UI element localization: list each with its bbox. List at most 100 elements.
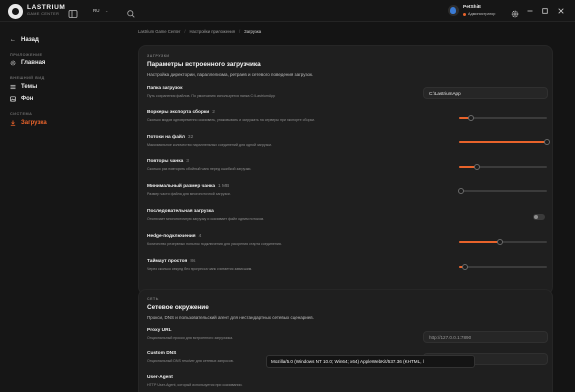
sequential-download-toggle[interactable] bbox=[533, 214, 545, 220]
slider-handle[interactable] bbox=[468, 115, 475, 121]
scrollbar[interactable] bbox=[570, 42, 573, 387]
sidebar-section-appearance: ВНЕШНИЙ ВИД bbox=[10, 76, 45, 80]
setting-label-proxy-url: Proxy URL bbox=[147, 328, 172, 333]
section-description: Прокси, DNS и пользовательский агент для… bbox=[147, 315, 314, 320]
setting-desc-download-folder: Путь сохранения файлов. По умолчанию исп… bbox=[147, 94, 276, 98]
setting-value: 4 bbox=[198, 234, 202, 239]
download-settings-card: ЗАГРУЗКИ Параметры встроенного загрузчик… bbox=[138, 45, 553, 295]
setting-desc-threads-per-file: Максимальное количество параллельных сое… bbox=[147, 143, 272, 147]
setting-desc-custom-dns: Опциональный DNS resolver для сетевых за… bbox=[147, 359, 234, 363]
sidebar-item-download[interactable]: Загрузка bbox=[10, 120, 47, 126]
setting-label-text: Папка загрузок bbox=[147, 86, 183, 91]
setting-label-user-agent: User-Agent bbox=[147, 375, 173, 380]
setting-label-download-folder: Папка загрузок bbox=[147, 86, 182, 91]
chunk-retries-slider[interactable] bbox=[459, 164, 547, 170]
setting-value: 32 bbox=[187, 135, 194, 140]
breadcrumb-separator: / bbox=[239, 29, 241, 34]
user-agent-input[interactable]: Mozilla/5.0 (Windows NT 10.0; Win64; x64… bbox=[266, 355, 475, 368]
setting-label-sequential-download: Последовательная загрузка bbox=[147, 209, 214, 214]
download-icon bbox=[10, 120, 16, 126]
hamburger-icon bbox=[10, 84, 16, 90]
export-workers-slider[interactable] bbox=[459, 115, 547, 121]
sidebar-item-home[interactable]: Главная bbox=[10, 60, 45, 66]
setting-desc-sequential-download: Отключает многопоточную загрузку и скачи… bbox=[147, 217, 265, 221]
sidebar-toggle-icon[interactable] bbox=[68, 6, 78, 18]
section-title: Параметры встроенного загрузчика bbox=[147, 61, 261, 68]
section-kicker: СЕТЬ bbox=[147, 297, 159, 301]
sidebar-section-system: СИСТЕМА bbox=[10, 112, 33, 116]
sidebar-item-label: Главная bbox=[21, 60, 46, 66]
sidebar-section-app: ПРИЛОЖЕНИЕ bbox=[10, 53, 43, 57]
search-icon[interactable] bbox=[126, 6, 136, 18]
sidebar-item-label: Темы bbox=[21, 84, 38, 90]
section-description: Настройка директории, параллелизма, ретр… bbox=[147, 72, 314, 77]
setting-value: 1 MB bbox=[218, 184, 230, 189]
setting-label-threads-per-file: Потоки на файл 32 bbox=[147, 135, 193, 140]
gear-icon[interactable] bbox=[510, 6, 520, 18]
setting-label-text: Минимальный размер чанка bbox=[147, 184, 216, 189]
setting-label-custom-dns: Custom DNS bbox=[147, 351, 177, 356]
setting-label-text: Повторы чанка bbox=[147, 159, 184, 164]
user-role: Администратор bbox=[463, 12, 495, 16]
slider-handle[interactable] bbox=[473, 164, 480, 170]
setting-desc-idle-timeout: Через сколько секунд без прогресса чанк … bbox=[147, 267, 253, 271]
setting-label-hedge-connections: Hedge-подключения 4 bbox=[147, 234, 201, 239]
setting-label-idle-timeout: Таймаут простоя 8s bbox=[147, 259, 195, 264]
setting-desc-chunk-retries: Сколько раз повторять сбойный чанк перед… bbox=[147, 167, 252, 171]
user-role-label: Администратор bbox=[468, 12, 496, 16]
sidebar-item-background[interactable]: Фон bbox=[10, 96, 33, 102]
setting-value: 2 bbox=[212, 110, 215, 115]
sidebar-item-themes[interactable]: Темы bbox=[10, 84, 37, 90]
setting-desc-export-workers: Сколько модов одновременно скачивать, уп… bbox=[147, 118, 316, 122]
idle-timeout-slider[interactable] bbox=[459, 264, 547, 270]
slider-fill bbox=[459, 141, 547, 143]
setting-label-chunk-retries: Повторы чанка 3 bbox=[147, 159, 189, 164]
download-folder-input[interactable]: C:\LastriumApp bbox=[423, 87, 548, 99]
minimize-icon[interactable] bbox=[525, 6, 535, 16]
slider-handle[interactable] bbox=[497, 239, 504, 245]
back-button[interactable]: ← Назад bbox=[10, 37, 39, 43]
user-name[interactable]: PetShiE bbox=[463, 5, 481, 10]
sidebar: ← Назад ПРИЛОЖЕНИЕ Главная ВНЕШНИЙ ВИД Те… bbox=[0, 22, 100, 392]
image-icon bbox=[10, 96, 16, 102]
arrow-left-icon: ← bbox=[10, 37, 16, 43]
setting-label-export-workers: Воркеры экспорта сборки 2 bbox=[147, 110, 215, 115]
proxy-url-input[interactable]: http://127.0.0.1:7890 bbox=[423, 331, 548, 343]
slider-handle[interactable] bbox=[544, 139, 550, 145]
maximize-icon[interactable] bbox=[540, 6, 550, 16]
min-chunk-size-slider[interactable] bbox=[457, 188, 547, 194]
breadcrumb-current: Загрузка bbox=[244, 29, 262, 34]
breadcrumb-item[interactable]: Lastrium Game Center bbox=[138, 29, 180, 34]
sidebar-item-label: Фон bbox=[21, 96, 34, 102]
setting-label-text: Hedge-подключения bbox=[147, 234, 196, 239]
hedge-connections-slider[interactable] bbox=[459, 239, 547, 245]
main-content: Lastrium Game Center / Настройки приложе… bbox=[100, 22, 575, 392]
setting-label-text: Потоки на файл bbox=[147, 135, 185, 140]
slider-handle[interactable] bbox=[462, 264, 469, 270]
brand-name: LASTRIUM bbox=[27, 4, 66, 11]
section-title: Сетевое окружение bbox=[147, 304, 209, 311]
setting-desc-hedge-connections: Количество резервных попыток подключения… bbox=[147, 242, 282, 246]
breadcrumb-item[interactable]: Настройки приложения bbox=[190, 29, 235, 34]
setting-label-text: Последовательная загрузка bbox=[147, 209, 214, 214]
avatar[interactable] bbox=[448, 5, 459, 16]
network-settings-card: СЕТЬ Сетевое окружение Прокси, DNS и пол… bbox=[138, 289, 553, 392]
setting-value: 8s bbox=[190, 259, 196, 264]
slider-handle[interactable] bbox=[457, 188, 464, 194]
setting-desc-proxy-url: Опциональный прокси для встроенного загр… bbox=[147, 336, 234, 340]
setting-label-min-chunk-size: Минимальный размер чанка 1 MB bbox=[147, 184, 229, 189]
role-badge-dot bbox=[463, 12, 466, 16]
sidebar-item-label: Загрузка bbox=[21, 120, 47, 126]
setting-label-text: Воркеры экспорта сборки bbox=[147, 110, 210, 115]
breadcrumb: Lastrium Game Center / Настройки приложе… bbox=[138, 29, 261, 34]
threads-per-file-slider[interactable] bbox=[459, 139, 550, 145]
section-kicker: ЗАГРУЗКИ bbox=[147, 54, 170, 58]
gear-icon bbox=[10, 60, 16, 66]
brand-logo bbox=[8, 4, 23, 19]
back-label: Назад bbox=[21, 37, 39, 43]
language-selector[interactable]: RU bbox=[93, 8, 100, 13]
close-icon[interactable] bbox=[556, 6, 566, 16]
setting-label-text: Таймаут простоя bbox=[147, 259, 188, 264]
setting-desc-user-agent: HTTP User-Agent, который используется пр… bbox=[147, 383, 243, 387]
chevron-down-icon[interactable]: ⌄ bbox=[105, 8, 108, 13]
